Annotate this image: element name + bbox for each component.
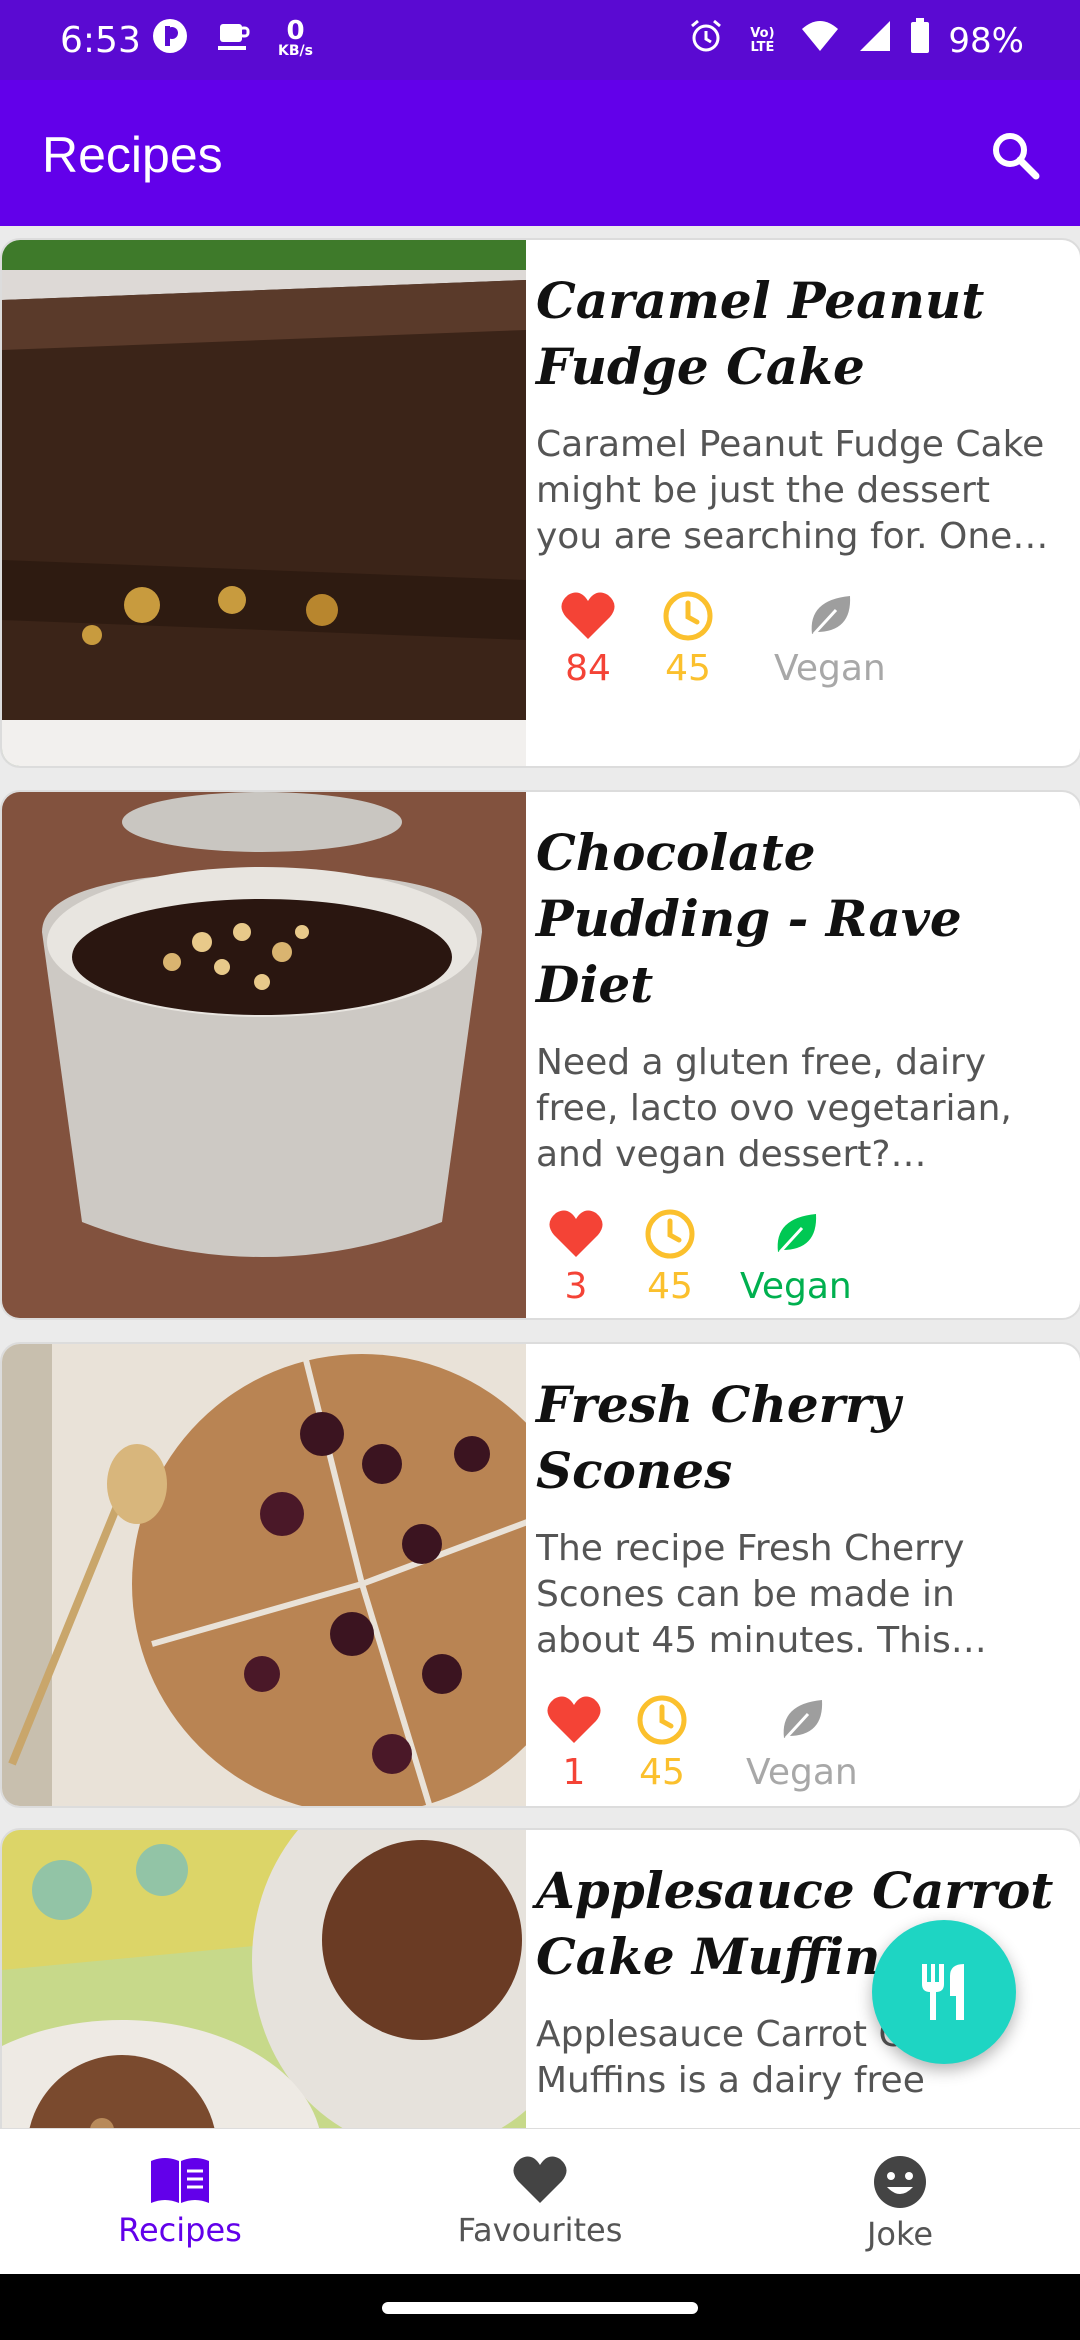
nav-item-recipes[interactable]: Recipes bbox=[0, 2129, 360, 2275]
search-button[interactable] bbox=[980, 120, 1050, 190]
minutes-count: 45 bbox=[647, 1266, 693, 1307]
app-bar: Recipes bbox=[0, 80, 1080, 226]
heart-icon bbox=[546, 1692, 602, 1748]
likes-stat: 1 bbox=[546, 1692, 602, 1793]
recipe-image bbox=[2, 240, 526, 766]
random-recipe-fab[interactable] bbox=[872, 1920, 1016, 2064]
system-gesture-bar bbox=[0, 2274, 1080, 2340]
network-type: Vo) LTE bbox=[750, 25, 775, 55]
likes-count: 1 bbox=[562, 1752, 586, 1793]
page-title: Recipes bbox=[42, 127, 223, 183]
recipe-card[interactable]: Fresh Cherry Scones The recipe Fresh Che… bbox=[0, 1342, 1080, 1808]
vegan-label: Vegan bbox=[774, 648, 886, 689]
recipe-title: Chocolate Pudding - Rave Diet bbox=[536, 823, 962, 1014]
recipe-image bbox=[2, 1344, 526, 1806]
search-icon bbox=[993, 133, 1040, 180]
recipe-stats: 3 45 Vegan bbox=[548, 1206, 1062, 1307]
recipe-description: Caramel Peanut Fudge Cake might be just … bbox=[536, 424, 1045, 557]
home-indicator[interactable] bbox=[382, 2302, 698, 2314]
clock-icon bbox=[634, 1692, 690, 1748]
app-notification-icon bbox=[150, 16, 190, 60]
likes-count: 3 bbox=[564, 1266, 588, 1307]
recipe-image bbox=[2, 792, 526, 1318]
vegan-label: Vegan bbox=[740, 1266, 852, 1307]
wifi-icon bbox=[800, 19, 840, 62]
nav-label-joke: Joke bbox=[866, 2215, 934, 2253]
recipe-card[interactable]: Chocolate Pudding - Rave Diet Need a glu… bbox=[0, 790, 1080, 1320]
leaf-icon bbox=[768, 1206, 824, 1262]
heart-icon bbox=[548, 1206, 604, 1262]
vegan-label: Vegan bbox=[746, 1752, 858, 1793]
vegan-stat: Vegan bbox=[740, 1206, 852, 1307]
recipe-title: Fresh Cherry Scones bbox=[536, 1375, 901, 1500]
clock-icon bbox=[642, 1206, 698, 1262]
nav-item-joke[interactable]: Joke bbox=[720, 2129, 1080, 2275]
nav-item-favourites[interactable]: Favourites bbox=[360, 2129, 720, 2275]
signal-icon bbox=[858, 19, 892, 62]
vegan-stat: Vegan bbox=[774, 588, 886, 689]
leaf-icon bbox=[774, 1692, 830, 1748]
status-time: 6:53 bbox=[60, 20, 141, 61]
likes-count: 84 bbox=[565, 648, 611, 689]
recipe-stats: 1 45 Vegan bbox=[546, 1692, 1062, 1793]
battery-percent: 98% bbox=[948, 20, 1024, 61]
battery-icon bbox=[910, 18, 930, 63]
minutes-count: 45 bbox=[665, 648, 711, 689]
smiley-icon bbox=[874, 2156, 926, 2208]
recipe-list[interactable]: Caramel Peanut Fudge Cake Caramel Peanut… bbox=[0, 226, 1080, 2128]
status-bar: 6:53 0 KB/s Vo) LTE 98% bbox=[0, 0, 1080, 80]
time-stat: 45 bbox=[660, 588, 716, 689]
clock-icon bbox=[660, 588, 716, 644]
bottom-navigation: Recipes Favourites Joke bbox=[0, 2128, 1080, 2275]
nav-label-favourites: Favourites bbox=[457, 2211, 623, 2249]
data-speed: 0 KB/s bbox=[278, 16, 313, 59]
leaf-icon bbox=[802, 588, 858, 644]
heart-icon bbox=[560, 588, 616, 644]
fork-knife-icon bbox=[922, 1964, 964, 2020]
heart-icon bbox=[513, 2156, 567, 2203]
recipe-description: The recipe Fresh Cherry Scones can be ma… bbox=[536, 1528, 965, 1661]
recipe-title: Caramel Peanut Fudge Cake bbox=[536, 271, 985, 396]
likes-stat: 84 bbox=[560, 588, 616, 689]
vegan-stat: Vegan bbox=[746, 1692, 858, 1793]
recipe-stats: 84 45 Vegan bbox=[560, 588, 1062, 689]
likes-stat: 3 bbox=[548, 1206, 604, 1307]
nav-label-recipes: Recipes bbox=[118, 2211, 242, 2249]
recipe-description: Need a gluten free, dairy free, lacto ov… bbox=[536, 1042, 1012, 1175]
time-stat: 45 bbox=[642, 1206, 698, 1307]
time-stat: 45 bbox=[634, 1692, 690, 1793]
cup-notification-icon bbox=[214, 16, 254, 60]
book-icon bbox=[151, 2158, 209, 2203]
alarm-icon bbox=[688, 18, 724, 63]
minutes-count: 45 bbox=[639, 1752, 685, 1793]
recipe-card[interactable]: Caramel Peanut Fudge Cake Caramel Peanut… bbox=[0, 238, 1080, 768]
recipe-image bbox=[2, 1830, 526, 2128]
